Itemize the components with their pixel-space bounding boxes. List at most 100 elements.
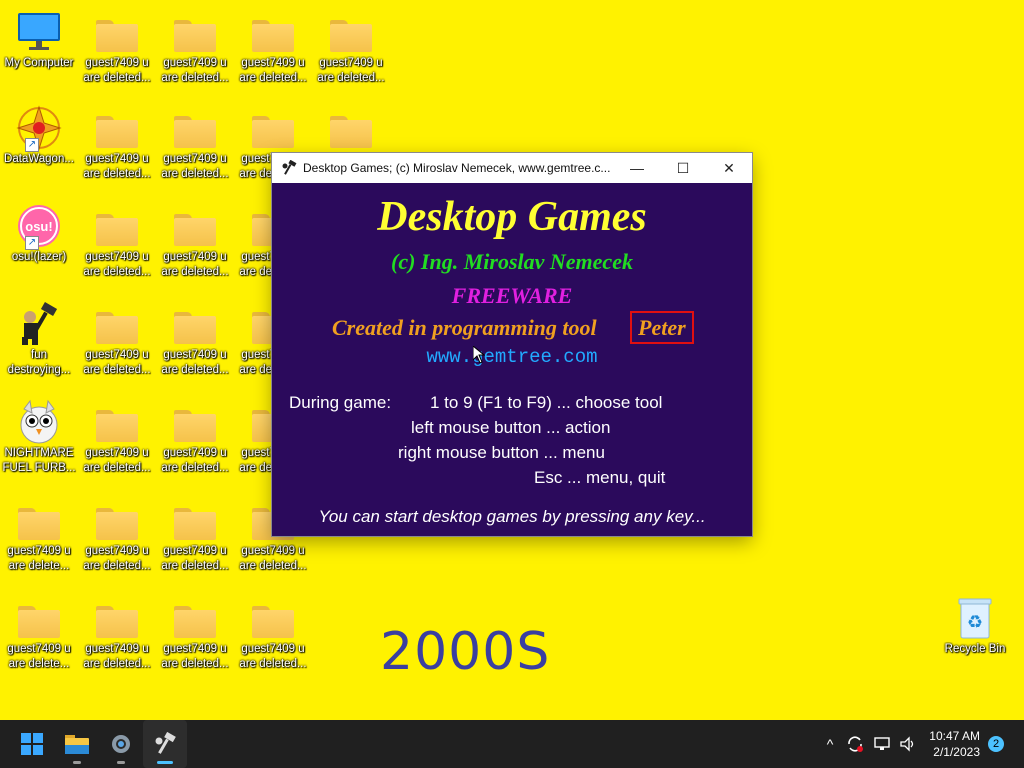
desktop-icon-label: guest7409 u are deleted...	[317, 57, 385, 84]
desktop-folder[interactable]: guest7409 u are deleted...	[78, 8, 156, 104]
desktop-icon-label: guest7409 u are deleted...	[83, 57, 151, 84]
window-titlebar[interactable]: Desktop Games; (c) Miroslav Nemecek, www…	[272, 153, 752, 183]
mandala-icon: ↗	[15, 104, 63, 152]
desktop-icon-label: guest7409 u are deleted...	[83, 545, 151, 572]
splash-freeware: FREEWARE	[451, 283, 573, 308]
folder-icon	[171, 8, 219, 56]
folder-icon	[15, 496, 63, 544]
hammer-app-icon	[155, 732, 176, 754]
desktop-icon-label: guest7409 u are deleted...	[83, 251, 151, 278]
desktop-folder[interactable]: guest7409 u are deleted...	[156, 300, 234, 396]
desktop-icon-my-computer[interactable]: My Computer	[0, 8, 78, 104]
folder-icon	[93, 398, 141, 446]
folder-icon	[249, 594, 297, 642]
desktop-folder[interactable]: guest7409 u are deleted...	[156, 594, 234, 690]
desktop-icon-datawagon[interactable]: ↗ DataWagon...	[0, 104, 78, 200]
desktop-folder[interactable]: guest7409 u are deleted...	[78, 398, 156, 494]
folder-icon	[93, 594, 141, 642]
shortcut-arrow-icon: ↗	[25, 138, 39, 152]
recycle-bin-icon: ♻	[951, 594, 999, 642]
svg-text:♻: ♻	[967, 612, 983, 632]
file-explorer-icon	[65, 735, 89, 754]
desktop-icon-label: My Computer	[4, 57, 74, 69]
osu-icon: osu! ↗	[15, 202, 63, 250]
clock[interactable]: 10:47 AM 2/1/2023	[929, 728, 980, 760]
desktop-icon-label: guest7409 u are deleted...	[161, 643, 229, 670]
desktop-icon-nightmare-furby[interactable]: NIGHTMARE FUEL FURB...	[0, 398, 78, 494]
desktop-folder[interactable]: guest7409 u are deleted...	[156, 8, 234, 104]
splash-footer: You can start desktop games by pressing …	[318, 507, 706, 526]
settings-gear-icon	[112, 735, 130, 753]
maximize-button[interactable]: ☐	[660, 153, 706, 183]
desktop-folder[interactable]: guest7409 u are deleted...	[78, 104, 156, 200]
folder-icon	[327, 8, 375, 56]
hammer-app-icon	[282, 160, 297, 175]
desktop-icon-label: NIGHTMARE FUEL FURB...	[2, 447, 76, 474]
notification-badge[interactable]: 2	[988, 736, 1004, 752]
desktop-games-window[interactable]: Desktop Games; (c) Miroslav Nemecek, www…	[272, 153, 752, 536]
desktop-folder[interactable]: guest7409 u are delete...	[0, 594, 78, 690]
desktop-icon-label: guest7409 u are delete...	[7, 545, 71, 572]
desktop-icon-recycle-bin[interactable]: ♻ Recycle Bin	[936, 594, 1014, 690]
network-icon[interactable]	[870, 720, 894, 768]
desktop-icon-label: guest7409 u are deleted...	[161, 153, 229, 180]
folder-icon	[93, 8, 141, 56]
desktop-icon-label: guest7409 u are deleted...	[83, 153, 151, 180]
help-line: left mouse button ... action	[411, 418, 611, 437]
desktop-icon-label: guest7409 u are deleted...	[161, 545, 229, 572]
splash-tool-name: Peter	[630, 311, 694, 344]
desktop-folder[interactable]: guest7409 u are delete...	[0, 496, 78, 592]
folder-icon	[171, 594, 219, 642]
taskbar-settings[interactable]	[99, 720, 143, 768]
desktop-icon-label: guest7409 u are deleted...	[239, 545, 307, 572]
wallpaper-text: 2000S	[380, 622, 551, 682]
sync-icon[interactable]	[844, 720, 866, 768]
desktop-folder[interactable]: guest7409 u are deleted...	[156, 398, 234, 494]
splash-content[interactable]: Desktop Games (c) Ing. Miroslav Nemecek …	[272, 183, 752, 536]
splash-copyright: (c) Ing. Miroslav Nemecek	[391, 249, 633, 274]
desktop-folder[interactable]: guest7409 u are deleted...	[156, 104, 234, 200]
desktop-icon-label: guest7409 u are deleted...	[83, 643, 151, 670]
desktop-folder[interactable]: guest7409 u are deleted...	[78, 496, 156, 592]
desktop-folder[interactable]: guest7409 u are deleted...	[234, 594, 312, 690]
desktop-folder[interactable]: guest7409 u are deleted...	[78, 202, 156, 298]
desktop-folder[interactable]: guest7409 u are deleted...	[156, 202, 234, 298]
windows-start-icon	[21, 733, 43, 755]
active-indicator	[157, 761, 173, 764]
start-button[interactable]	[10, 720, 54, 768]
desktop-icon-osu[interactable]: osu! ↗ osu!(lazer)	[0, 202, 78, 298]
folder-icon	[249, 8, 297, 56]
taskbar-file-explorer[interactable]	[55, 720, 99, 768]
desktop-icon-label: guest7409 u are delete...	[7, 643, 71, 670]
help-line: 1 to 9 (F1 to F9) ... choose tool	[430, 393, 663, 412]
desktop-icon-label: guest7409 u are deleted...	[83, 447, 151, 474]
desktop-icon-label: guest7409 u are deleted...	[83, 349, 151, 376]
desktop-folder[interactable]: guest7409 u are deleted...	[234, 8, 312, 104]
osu-logo-text: osu!	[25, 219, 52, 234]
splash-url: www.gemtree.com	[426, 346, 598, 368]
clock-date: 2/1/2023	[933, 745, 980, 759]
desktop-icon-label: guest7409 u are deleted...	[161, 447, 229, 474]
minimize-button[interactable]: —	[614, 153, 660, 183]
monitor-icon	[15, 8, 63, 56]
desktop-folder[interactable]: guest7409 u are deleted...	[156, 496, 234, 592]
close-button[interactable]: ✕	[706, 153, 752, 183]
desktop-folder[interactable]: guest7409 u are deleted...	[78, 300, 156, 396]
desktop-folder[interactable]: guest7409 u are deleted...	[78, 594, 156, 690]
tray-overflow-chevron[interactable]: ^	[820, 720, 840, 768]
desktop-icon-fun-destroying[interactable]: fun destroying...	[0, 300, 78, 396]
folder-icon	[171, 104, 219, 152]
desktop-icon-label: guest7409 u are deleted...	[239, 643, 307, 670]
desktop-folder[interactable]: guest7409 u are deleted...	[312, 8, 390, 104]
folder-icon	[171, 300, 219, 348]
folder-icon	[15, 594, 63, 642]
taskbar: ^ 10:47 AM 2/1/2023	[0, 720, 1024, 768]
mouse-cursor-icon	[473, 346, 485, 364]
splash-created-text: Created in programming tool	[332, 315, 597, 340]
running-indicator	[117, 761, 125, 764]
furby-icon	[15, 398, 63, 446]
window-title: Desktop Games; (c) Miroslav Nemecek, www…	[303, 161, 611, 175]
taskbar-desktop-games[interactable]	[143, 720, 187, 768]
folder-icon	[171, 496, 219, 544]
volume-icon[interactable]	[896, 720, 920, 768]
